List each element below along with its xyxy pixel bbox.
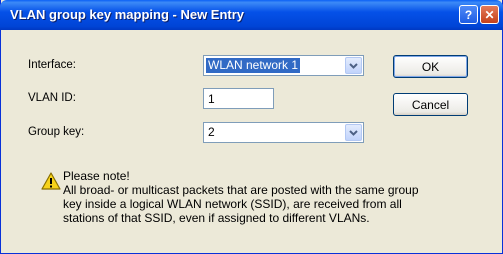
close-icon: ✕ (484, 7, 495, 22)
dialog-window: VLAN group key mapping - New Entry ? ✕ I… (0, 0, 503, 254)
vlan-id-value: 1 (208, 92, 215, 106)
interface-label: Interface: (28, 59, 76, 71)
title-bar[interactable]: VLAN group key mapping - New Entry ? ✕ (0, 0, 503, 30)
group-key-dropdown-button[interactable] (345, 124, 362, 141)
interface-select[interactable]: WLAN network 1 (203, 55, 364, 76)
window-title: VLAN group key mapping - New Entry (10, 7, 245, 22)
group-key-select[interactable]: 2 (203, 122, 364, 143)
group-key-label: Group key: (28, 126, 85, 138)
note-line: key inside a logical WLAN network (SSID)… (63, 197, 402, 211)
close-button[interactable]: ✕ (480, 5, 499, 24)
warning-icon (41, 172, 61, 190)
chevron-down-icon (349, 62, 358, 69)
vlan-id-label: VLAN ID: (28, 92, 76, 104)
note-line: stations of that SSID, even if assigned … (63, 211, 370, 225)
help-button[interactable]: ? (459, 5, 478, 24)
ok-button[interactable]: OK (393, 55, 468, 78)
vlan-id-input[interactable]: 1 (203, 88, 274, 109)
chevron-down-icon (349, 129, 358, 136)
interface-dropdown-button[interactable] (345, 57, 362, 74)
interface-value: WLAN network 1 (206, 58, 301, 73)
note-line: All broad- or multicast packets that are… (63, 183, 419, 197)
cancel-button[interactable]: Cancel (393, 93, 468, 116)
note-message: Please note! All broad- or multicast pac… (63, 169, 493, 225)
group-key-value: 2 (208, 125, 215, 139)
help-icon: ? (464, 7, 473, 22)
note-heading: Please note! (63, 169, 130, 183)
